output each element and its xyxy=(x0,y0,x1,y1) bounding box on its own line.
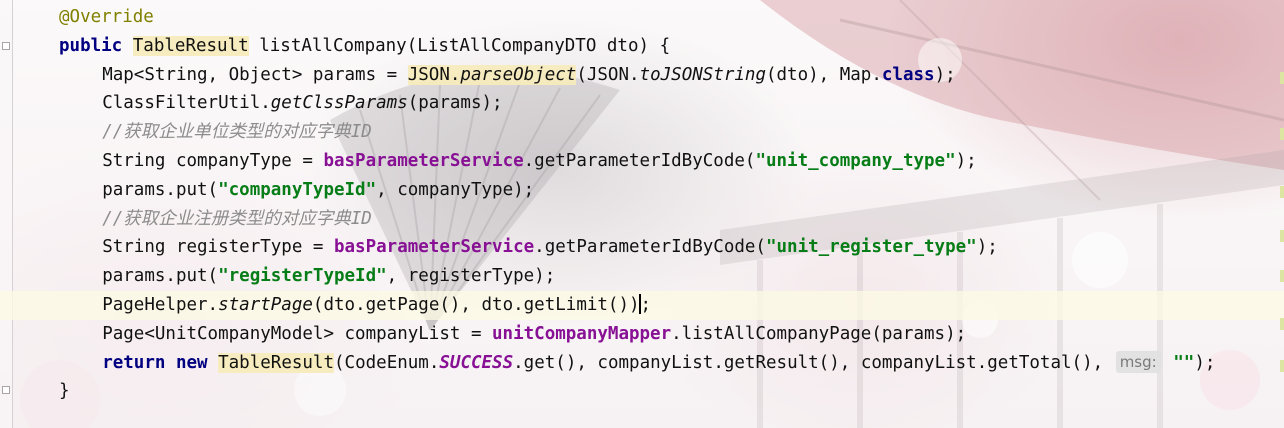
code-token: parseObject xyxy=(460,64,577,85)
code-token: String registerType = xyxy=(102,237,334,258)
code-token: unitCompanyMapper xyxy=(492,323,672,344)
code-token: SUCCESS xyxy=(439,352,514,373)
code-text[interactable]: Page<UnitCompanyModel> companyList = uni… xyxy=(102,320,966,349)
scrollbar-marker[interactable] xyxy=(1280,230,1284,242)
code-line[interactable]: Map<String, Object> params = JSON.parseO… xyxy=(0,61,1284,90)
code-token: class xyxy=(881,64,935,85)
code-text[interactable]: params.put("companyTypeId", companyType)… xyxy=(102,176,534,205)
code-line[interactable]: Page<UnitCompanyModel> companyList = uni… xyxy=(0,320,1284,349)
code-token: String companyType = xyxy=(102,151,324,171)
code-token: new xyxy=(175,352,208,373)
code-token: .get(), companyList.getResult(), company… xyxy=(513,352,1114,373)
code-token: @Override xyxy=(59,7,154,27)
code-token: "" xyxy=(1173,352,1195,373)
code-token: params.put( xyxy=(102,266,219,287)
code-token: (JSON. xyxy=(576,64,640,85)
code-token: params.put( xyxy=(102,179,219,200)
code-token: ); xyxy=(934,64,956,85)
code-text[interactable]: return new TableResult(CodeEnum.SUCCESS.… xyxy=(102,349,1215,378)
code-token: return xyxy=(102,352,166,373)
code-line[interactable]: //获取企业注册类型的对应字典ID xyxy=(0,205,1284,234)
code-token: toJSONString xyxy=(639,64,766,85)
code-token: (dto.getPage(), dto.getLimit()) xyxy=(312,295,640,315)
code-token: , companyType); xyxy=(376,179,535,200)
code-token: TableResult xyxy=(218,352,335,373)
code-token: ); xyxy=(976,237,998,258)
code-text[interactable]: //获取企业单位类型的对应字典ID xyxy=(102,118,372,147)
code-token: TableResult xyxy=(132,35,249,56)
code-token: Map<String, Object> params = xyxy=(102,64,408,85)
code-token: basParameterService xyxy=(323,151,524,171)
code-text[interactable]: PageHelper.startPage(dto.getPage(), dto.… xyxy=(102,291,651,320)
code-line[interactable]: } xyxy=(0,377,1284,406)
scrollbar-marker[interactable] xyxy=(1280,270,1284,282)
code-line[interactable]: String companyType = basParameterService… xyxy=(0,147,1284,176)
code-token: public xyxy=(59,35,123,56)
code-line[interactable]: //获取企业单位类型的对应字典ID xyxy=(0,118,1284,147)
code-line[interactable]: @Override xyxy=(0,3,1284,32)
code-token: basParameterService xyxy=(333,237,535,258)
code-line[interactable]: ClassFilterUtil.getClssParams(params); xyxy=(0,89,1284,118)
code-line[interactable]: params.put("companyTypeId", companyType)… xyxy=(0,176,1284,205)
code-token: , registerType); xyxy=(386,266,556,287)
code-token: JSON. xyxy=(407,64,461,85)
code-token: ); xyxy=(1194,352,1216,373)
code-line[interactable]: params.put("registerTypeId", registerTyp… xyxy=(0,262,1284,291)
code-token: (params); xyxy=(407,93,503,114)
code-line[interactable]: public TableResult listAllCompany(ListAl… xyxy=(0,32,1284,61)
scrollbar-marker[interactable] xyxy=(1280,186,1284,198)
scrollbar-marker[interactable] xyxy=(1280,360,1284,372)
code-token: ; xyxy=(640,295,652,315)
code-text[interactable]: ClassFilterUtil.getClssParams(params); xyxy=(102,89,502,118)
code-line[interactable]: String registerType = basParameterServic… xyxy=(0,233,1284,262)
code-text[interactable]: String registerType = basParameterServic… xyxy=(102,233,998,262)
code-text[interactable]: //获取企业注册类型的对应字典ID xyxy=(102,205,372,234)
scrollbar-marker[interactable] xyxy=(1280,318,1284,330)
code-token: getClssParams xyxy=(270,93,408,114)
code-token: listAllCompany(ListAllCompanyDTO dto) { xyxy=(248,35,671,56)
code-token: "unit_company_type" xyxy=(755,151,956,171)
code-token: startPage xyxy=(218,295,313,315)
code-token: ClassFilterUtil. xyxy=(102,93,271,114)
code-token: "registerTypeId" xyxy=(218,266,387,287)
code-token: .getParameterIdByCode( xyxy=(534,237,766,258)
code-text[interactable]: public TableResult listAllCompany(ListAl… xyxy=(59,32,670,61)
code-token: (CodeEnum. xyxy=(334,352,440,373)
code-text[interactable]: } xyxy=(59,377,70,406)
code-token: .listAllCompanyPage(params); xyxy=(671,323,967,344)
code-token: .getParameterIdByCode( xyxy=(523,151,756,171)
code-text[interactable]: params.put("registerTypeId", registerTyp… xyxy=(102,262,555,291)
parameter-hint: msg: xyxy=(1115,350,1161,373)
code-token: } xyxy=(59,381,70,402)
code-token: //获取企业注册类型的对应字典ID xyxy=(102,208,372,229)
code-token: Page<UnitCompanyModel> companyList = xyxy=(102,323,493,344)
code-text[interactable]: Map<String, Object> params = JSON.parseO… xyxy=(102,61,956,90)
code-line[interactable]: PageHelper.startPage(dto.getPage(), dto.… xyxy=(0,291,1284,320)
code-line[interactable]: return new TableResult(CodeEnum.SUCCESS.… xyxy=(0,349,1284,378)
scrollbar-marker[interactable] xyxy=(1280,128,1284,140)
code-token: "companyTypeId" xyxy=(218,179,377,200)
code-token: "unit_register_type" xyxy=(765,237,977,258)
code-text[interactable]: @Override xyxy=(59,3,154,32)
code-token: //获取企业单位类型的对应字典ID xyxy=(102,122,372,143)
code-token: ); xyxy=(955,151,977,171)
scrollbar-marker[interactable] xyxy=(1280,72,1284,84)
code-text[interactable]: String companyType = basParameterService… xyxy=(102,147,977,176)
code-token: PageHelper. xyxy=(102,295,219,315)
code-token: (dto), Map. xyxy=(765,64,882,85)
